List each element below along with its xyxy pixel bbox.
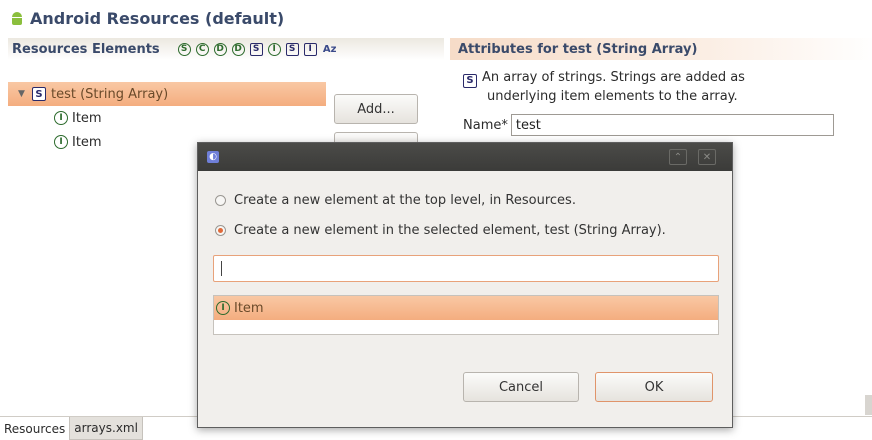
dialog-titlebar[interactable]: ◐ ⌃ ✕ [198,143,732,171]
tab-resources[interactable]: Resources [0,417,69,440]
tree-item-child[interactable]: I Item [54,106,326,130]
element-type-list[interactable]: I Item [213,295,719,335]
string-array-icon[interactable]: S [285,42,299,56]
tree-item-label: Item [72,110,102,126]
item-badge-icon: I [54,135,68,149]
style-icon[interactable]: S [249,42,263,56]
list-item[interactable]: I Item [214,296,718,320]
radio-button-selected-element[interactable] [215,225,226,236]
drawable-icon[interactable]: D [231,42,245,56]
name-label: Name* [463,117,508,133]
item-badge-icon: I [216,301,230,315]
dimension-icon[interactable]: D [213,42,227,56]
close-icon[interactable]: ✕ [698,149,716,165]
tab-arrays-xml[interactable]: arrays.xml [69,417,143,440]
eclipse-icon: ◐ [207,151,219,163]
name-field[interactable] [510,114,834,136]
string-array-badge-icon: S [32,87,46,101]
resources-elements-label: Resources Elements [12,41,160,57]
ok-button[interactable]: OK [595,372,713,402]
radio-top-level-label: Create a new element at the top level, i… [234,193,576,208]
page-title-text: Android Resources (default) [30,8,285,28]
sort-alpha-icon[interactable]: Az [322,43,338,56]
resources-elements-header: Resources Elements S C D D S I S I Az [8,38,444,60]
item-badge-icon: I [54,111,68,125]
text-caret [221,261,222,276]
element-toolbar: S C D D S I S I Az [177,42,338,56]
description-line-1: An array of strings. Strings are added a… [482,70,745,85]
string-array-badge-icon: S [463,73,477,88]
integer-array-icon[interactable]: I [303,42,317,56]
android-icon [10,11,24,25]
filter-input[interactable] [213,255,719,282]
page-title: Android Resources (default) [10,6,284,30]
element-description: S An array of strings. Strings are added … [463,69,843,105]
name-row: Name* [463,114,834,136]
maximize-icon[interactable]: ⌃ [669,149,687,165]
tree-item-test[interactable]: ▼ S test (String Array) [8,82,326,106]
radio-button-top-level[interactable] [215,195,226,206]
add-button[interactable]: Add... [334,94,418,124]
list-item-label: Item [234,300,264,316]
cancel-button[interactable]: Cancel [463,372,579,402]
scrollbar[interactable] [865,395,872,415]
radio-selected-element-label: Create a new element in the selected ele… [234,223,666,238]
tree-item-label: test (String Array) [51,86,169,102]
new-element-dialog: ◐ ⌃ ✕ Create a new element at the top le… [197,142,733,428]
attributes-header-label: Attributes for test (String Array) [458,41,698,57]
tree-item-label: Item [72,134,102,150]
radio-top-level[interactable]: Create a new element at the top level, i… [215,193,576,208]
attributes-header: Attributes for test (String Array) [450,38,872,60]
item-icon[interactable]: I [267,42,281,56]
color-icon[interactable]: C [195,42,209,56]
radio-selected-element[interactable]: Create a new element in the selected ele… [215,223,666,238]
string-circle-icon[interactable]: S [177,42,191,56]
expand-triangle-icon[interactable]: ▼ [18,89,28,99]
description-line-2: underlying item elements to the array. [487,88,738,104]
